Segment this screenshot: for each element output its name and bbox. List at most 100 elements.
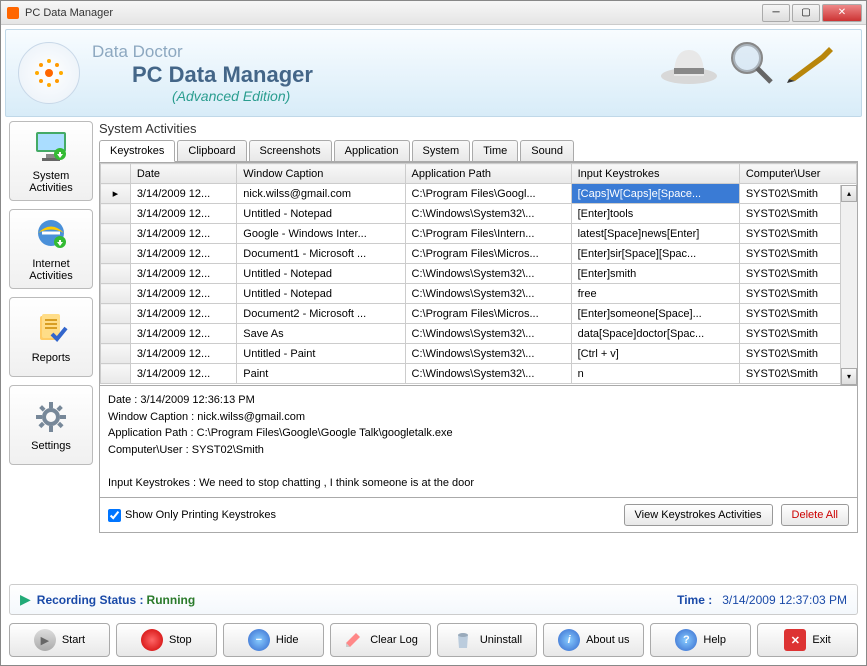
cell-keys[interactable]: free (571, 284, 739, 304)
tab-sound[interactable]: Sound (520, 140, 574, 161)
row-indicator (101, 204, 131, 224)
show-printing-checkbox[interactable]: Show Only Printing Keystrokes (108, 509, 616, 522)
exit-button[interactable]: ✕Exit (757, 623, 858, 657)
delete-all-button[interactable]: Delete All (781, 504, 849, 526)
sidebar-item-reports[interactable]: Reports (9, 297, 93, 377)
scroll-track[interactable] (841, 202, 857, 368)
cell-path[interactable]: C:\Windows\System32\... (405, 364, 571, 384)
table-row[interactable]: 3/14/2009 12...Untitled - NotepadC:\Wind… (101, 284, 857, 304)
table-row[interactable]: ▸3/14/2009 12...nick.wilss@gmail.comC:\P… (101, 184, 857, 204)
cell-path[interactable]: C:\Program Files\Micros... (405, 304, 571, 324)
cell-caption[interactable]: Untitled - Notepad (237, 204, 405, 224)
cell-path[interactable]: C:\Program Files\Micros... (405, 244, 571, 264)
stop-button[interactable]: Stop (116, 623, 217, 657)
cell-path[interactable]: C:\Program Files\Intern... (405, 224, 571, 244)
cell-date[interactable]: 3/14/2009 12... (130, 364, 236, 384)
table-row[interactable]: 3/14/2009 12...Untitled - NotepadC:\Wind… (101, 204, 857, 224)
uninstall-button[interactable]: Uninstall (437, 623, 538, 657)
cell-keys[interactable]: [Caps]W[Caps]e[Space... (571, 184, 739, 204)
cell-date[interactable]: 3/14/2009 12... (130, 224, 236, 244)
cell-keys[interactable]: n (571, 364, 739, 384)
grid-scrollbar[interactable]: ▴ ▾ (840, 185, 857, 385)
show-printing-checkbox-input[interactable] (108, 509, 121, 522)
sidebar-item-settings[interactable]: Settings (9, 385, 93, 465)
cell-caption[interactable]: Document1 - Microsoft ... (237, 244, 405, 264)
cell-date[interactable]: 3/14/2009 12... (130, 304, 236, 324)
col-caption[interactable]: Window Caption (237, 164, 405, 184)
cell-keys[interactable]: [Enter]someone[Space]... (571, 304, 739, 324)
header-line1: Data Doctor (92, 42, 313, 62)
tab-system[interactable]: System (412, 140, 471, 161)
scroll-up-button[interactable]: ▴ (841, 185, 857, 202)
cell-date[interactable]: 3/14/2009 12... (130, 204, 236, 224)
cell-user[interactable]: SYST02\Smith (739, 304, 856, 324)
table-row[interactable]: 3/14/2009 12...Document1 - Microsoft ...… (101, 244, 857, 264)
cell-keys[interactable]: [Enter]smith (571, 264, 739, 284)
cell-user[interactable]: SYST02\Smith (739, 244, 856, 264)
tab-screenshots[interactable]: Screenshots (249, 140, 332, 161)
tab-clipboard[interactable]: Clipboard (177, 140, 246, 161)
cell-date[interactable]: 3/14/2009 12... (130, 264, 236, 284)
cell-path[interactable]: C:\Windows\System32\... (405, 204, 571, 224)
col-keys[interactable]: Input Keystrokes (571, 164, 739, 184)
scroll-down-button[interactable]: ▾ (841, 368, 857, 385)
tab-keystrokes[interactable]: Keystrokes (99, 140, 175, 162)
cell-caption[interactable]: Google - Windows Inter... (237, 224, 405, 244)
cell-caption[interactable]: Paint (237, 364, 405, 384)
sidebar-item-internet-activities[interactable]: Internet Activities (9, 209, 93, 289)
minimize-button[interactable]: ─ (762, 4, 790, 22)
col-user[interactable]: Computer\User (739, 164, 856, 184)
keystrokes-table[interactable]: Date Window Caption Application Path Inp… (100, 163, 857, 384)
cell-path[interactable]: C:\Windows\System32\... (405, 264, 571, 284)
row-indicator (101, 364, 131, 384)
cell-caption[interactable]: Untitled - Notepad (237, 264, 405, 284)
table-row[interactable]: 3/14/2009 12...Untitled - PaintC:\Window… (101, 344, 857, 364)
cell-caption[interactable]: Untitled - Notepad (237, 284, 405, 304)
cell-path[interactable]: C:\Program Files\Googl... (405, 184, 571, 204)
tab-application[interactable]: Application (334, 140, 410, 161)
cell-keys[interactable]: latest[Space]news[Enter] (571, 224, 739, 244)
cell-date[interactable]: 3/14/2009 12... (130, 324, 236, 344)
cell-caption[interactable]: Document2 - Microsoft ... (237, 304, 405, 324)
start-button[interactable]: ▶Start (9, 623, 110, 657)
clearlog-button[interactable]: Clear Log (330, 623, 431, 657)
cell-user[interactable]: SYST02\Smith (739, 364, 856, 384)
cell-path[interactable]: C:\Windows\System32\... (405, 284, 571, 304)
cell-keys[interactable]: [Enter]tools (571, 204, 739, 224)
cell-date[interactable]: 3/14/2009 12... (130, 284, 236, 304)
cell-keys[interactable]: data[Space]doctor[Spac... (571, 324, 739, 344)
view-activities-button[interactable]: View Keystrokes Activities (624, 504, 773, 526)
col-date[interactable]: Date (130, 164, 236, 184)
aboutus-button[interactable]: iAbout us (543, 623, 644, 657)
close-button[interactable]: ✕ (822, 4, 862, 22)
sidebar-item-system-activities[interactable]: System Activities (9, 121, 93, 201)
cell-caption[interactable]: Save As (237, 324, 405, 344)
cell-user[interactable]: SYST02\Smith (739, 204, 856, 224)
cell-date[interactable]: 3/14/2009 12... (130, 244, 236, 264)
col-path[interactable]: Application Path (405, 164, 571, 184)
table-row[interactable]: 3/14/2009 12...Document2 - Microsoft ...… (101, 304, 857, 324)
table-row[interactable]: 3/14/2009 12...Google - Windows Inter...… (101, 224, 857, 244)
cell-user[interactable]: SYST02\Smith (739, 324, 856, 344)
tab-time[interactable]: Time (472, 140, 518, 161)
cell-user[interactable]: SYST02\Smith (739, 284, 856, 304)
time-value: 3/14/2009 12:37:03 PM (722, 593, 847, 607)
cell-path[interactable]: C:\Windows\System32\... (405, 344, 571, 364)
cell-keys[interactable]: [Enter]sir[Space][Spac... (571, 244, 739, 264)
cell-user[interactable]: SYST02\Smith (739, 344, 856, 364)
cell-user[interactable]: SYST02\Smith (739, 184, 856, 204)
cell-path[interactable]: C:\Windows\System32\... (405, 324, 571, 344)
table-row[interactable]: 3/14/2009 12...PaintC:\Windows\System32\… (101, 364, 857, 384)
cell-date[interactable]: 3/14/2009 12... (130, 184, 236, 204)
cell-caption[interactable]: Untitled - Paint (237, 344, 405, 364)
maximize-button[interactable]: ▢ (792, 4, 820, 22)
table-row[interactable]: 3/14/2009 12...Save AsC:\Windows\System3… (101, 324, 857, 344)
cell-caption[interactable]: nick.wilss@gmail.com (237, 184, 405, 204)
cell-date[interactable]: 3/14/2009 12... (130, 344, 236, 364)
help-button[interactable]: ?Help (650, 623, 751, 657)
hide-button[interactable]: −Hide (223, 623, 324, 657)
cell-user[interactable]: SYST02\Smith (739, 224, 856, 244)
table-row[interactable]: 3/14/2009 12...Untitled - NotepadC:\Wind… (101, 264, 857, 284)
cell-user[interactable]: SYST02\Smith (739, 264, 856, 284)
cell-keys[interactable]: [Ctrl + v] (571, 344, 739, 364)
